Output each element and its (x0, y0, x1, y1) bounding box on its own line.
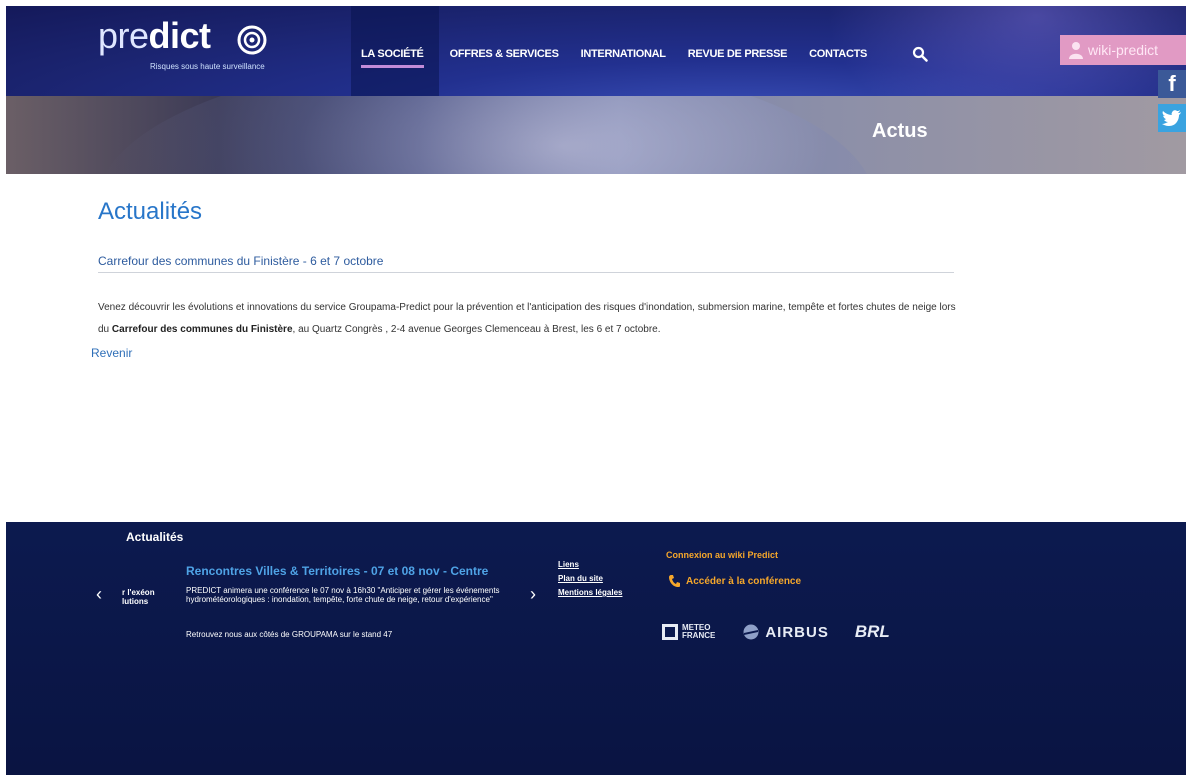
logo-text-dict: dict (148, 15, 212, 56)
twitter-icon[interactable] (1158, 104, 1186, 132)
nav-item-contacts[interactable]: CONTACTS (809, 48, 867, 60)
footer-news-extra: Retrouvez nous aux côtés de GROUPAMA sur… (186, 630, 393, 639)
site-header: predict Risques sous haute surveillance … (6, 6, 1186, 96)
footer-link-mentions-legales[interactable]: Mentions légales (558, 586, 622, 600)
wiki-predict-label: wiki-predict (1088, 42, 1159, 58)
footer-links: Liens Plan du site Mentions légales (558, 558, 622, 600)
logo-tagline: Risques sous haute surveillance (150, 62, 265, 71)
nav-item-offres-services[interactable]: OFFRES & SERVICES (450, 48, 559, 60)
carousel-prev-snippet: r l'exéon lutions (122, 588, 162, 606)
carousel-next-chevron-icon[interactable]: › (530, 584, 536, 605)
facebook-icon[interactable]: f (1158, 70, 1186, 98)
article-body-text-2: , au Quartz Congrès , 2-4 avenue Georges… (292, 324, 661, 335)
page-title: Actualités (98, 198, 203, 225)
nav-item-international[interactable]: INTERNATIONAL (581, 48, 666, 60)
carousel-prev-snippet-line2: lutions (122, 597, 149, 606)
meteo-france-line2: FRANCE (682, 631, 716, 640)
back-link[interactable]: Revenir (91, 346, 132, 360)
target-logo-icon (237, 25, 267, 55)
footer-news-heading: Actualités (126, 530, 184, 544)
banner-title: Actus (872, 120, 928, 142)
brl-logo[interactable]: BRL (855, 622, 890, 642)
footer-news-title[interactable]: Rencontres Villes & Territoires - 07 et … (186, 564, 488, 578)
article-title: Carrefour des communes du Finistère - 6 … (98, 254, 384, 268)
brl-label: BRL (854, 622, 890, 641)
carousel-prev-snippet-line1: r l'exéon (122, 588, 155, 597)
airbus-mark-icon (743, 624, 759, 640)
airbus-label: AIRBUS (765, 623, 829, 641)
nav-item-revue-de-presse[interactable]: REVUE DE PRESSE (688, 48, 788, 60)
airbus-logo[interactable]: AIRBUS (741, 624, 829, 641)
footer-link-plan-du-site[interactable]: Plan du site (558, 572, 622, 586)
article-body: Venez découvrir les évolutions et innova… (98, 297, 968, 341)
article-divider (98, 272, 954, 273)
phone-icon (669, 575, 680, 587)
carousel-prev-chevron-icon[interactable]: ‹ (96, 584, 102, 605)
wiki-login-link[interactable]: Connexion au wiki Predict (666, 550, 778, 560)
footer-link-liens[interactable]: Liens (558, 558, 622, 572)
predict-logo[interactable]: predict Risques sous haute surveillance (98, 18, 298, 78)
page-banner: Actus (6, 96, 1186, 174)
user-icon (1069, 42, 1083, 59)
conference-label: Accéder à la conférence (686, 575, 802, 587)
main-nav: LA SOCIÉTÉ OFFRES & SERVICES INTERNATION… (351, 44, 867, 68)
footer-news-description: PREDICT animera une conférence le 07 nov… (186, 586, 500, 604)
logo-text-pre: pre (98, 15, 149, 56)
article-body-bold: Carrefour des communes du Finistère (111, 324, 293, 335)
search-icon[interactable] (912, 46, 928, 62)
meteo-france-mark-icon (662, 624, 678, 640)
meteo-france-logo[interactable]: METEO FRANCE (662, 624, 715, 640)
wiki-predict-button[interactable]: wiki-predict (1060, 35, 1186, 65)
site-footer: Actualités ‹ r l'exéon lutions Rencontre… (6, 522, 1186, 775)
nav-item-la-societe[interactable]: LA SOCIÉTÉ (361, 48, 424, 68)
conference-link[interactable]: Accéder à la conférence (668, 574, 801, 588)
partner-logos: METEO FRANCE AIRBUS BRL (662, 622, 890, 642)
twitter-bird-icon (1162, 110, 1181, 126)
